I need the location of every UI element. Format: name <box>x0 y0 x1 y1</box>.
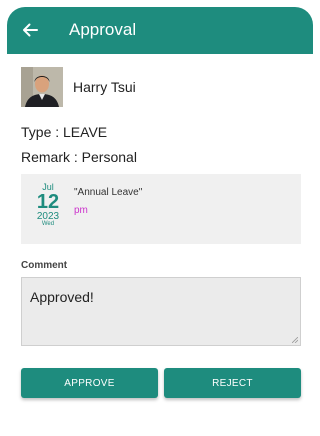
date-day: 12 <box>36 191 60 213</box>
approval-screen: Approval Harry Tsui Type : LEAVE Remark … <box>0 0 313 436</box>
back-button[interactable] <box>19 19 41 41</box>
page-title: Approval <box>69 20 137 39</box>
type-line: Type : LEAVE <box>21 124 108 140</box>
date-year: 2023 <box>36 211 60 222</box>
leave-card: Jul 12 2023 Wed "Annual Leave" pm <box>21 174 301 244</box>
leave-period: pm <box>74 205 88 216</box>
resize-handle-icon[interactable] <box>292 337 298 343</box>
comment-text: Approved! <box>30 289 94 305</box>
date-block: Jul 12 2023 Wed <box>34 183 62 228</box>
leave-type: "Annual Leave" <box>74 187 143 198</box>
comment-field[interactable]: Approved! <box>21 277 301 346</box>
comment-label: Comment <box>21 260 68 271</box>
user-name: Harry Tsui <box>73 79 136 95</box>
user-photo-icon <box>21 67 63 107</box>
approve-button[interactable]: APPROVE <box>21 368 158 398</box>
reject-button[interactable]: REJECT <box>164 368 301 398</box>
avatar <box>21 67 63 107</box>
date-weekday: Wed <box>41 221 55 227</box>
remark-line: Remark : Personal <box>21 149 137 165</box>
arrow-left-icon <box>23 23 38 37</box>
app-bar: Approval <box>7 7 313 54</box>
user-row: Harry Tsui <box>21 67 136 107</box>
